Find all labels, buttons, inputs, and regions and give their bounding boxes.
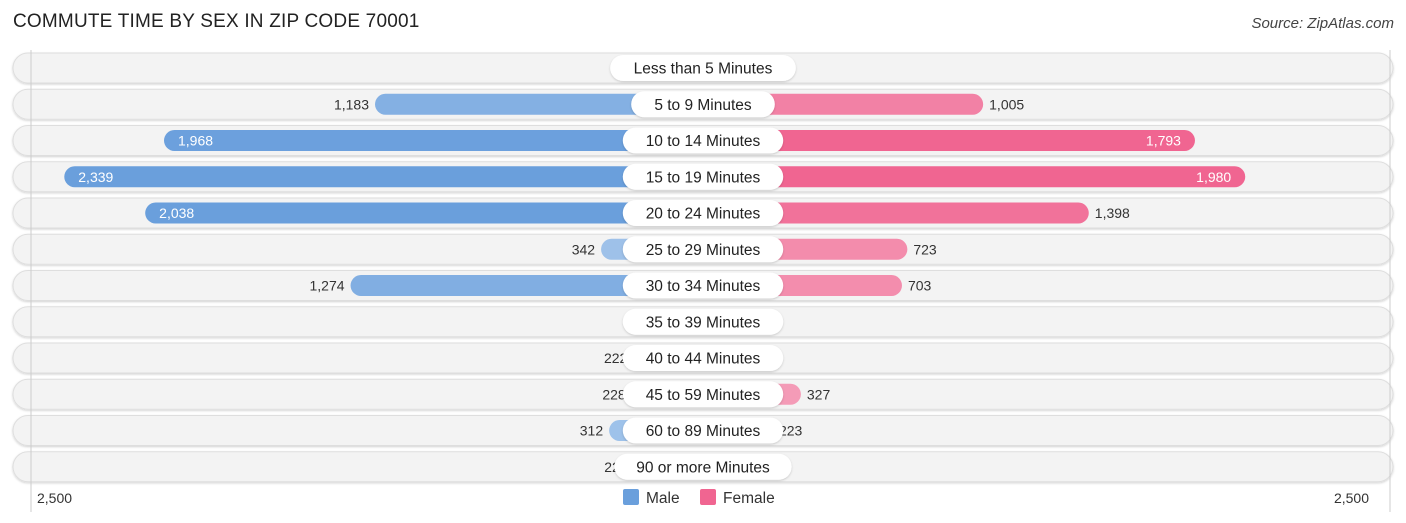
category-label: 90 or more Minutes xyxy=(636,459,770,476)
value-label-male: 312 xyxy=(580,423,604,439)
legend: Male Female xyxy=(623,489,775,507)
category-label: 35 to 39 Minutes xyxy=(646,314,761,331)
category-label: 20 to 24 Minutes xyxy=(646,206,761,223)
value-label-male: 342 xyxy=(572,241,596,257)
legend-swatch-male xyxy=(623,489,639,505)
value-label-female: 327 xyxy=(807,386,831,402)
category-label: 60 to 89 Minutes xyxy=(646,423,761,440)
category-label: 40 to 44 Minutes xyxy=(646,351,761,368)
value-label-male: 2,038 xyxy=(159,205,194,221)
category-label: 5 to 9 Minutes xyxy=(654,97,752,114)
category-label: 45 to 59 Minutes xyxy=(646,387,761,404)
value-label-male: 2,339 xyxy=(78,169,113,185)
chart-row: 1,968 1,793 10 to 14 Minutes xyxy=(12,125,1394,156)
chart-row: 1,274 703 30 to 34 Minutes xyxy=(12,270,1394,301)
bar-male xyxy=(164,130,704,151)
value-label-male: 1,274 xyxy=(310,278,345,294)
chart-row: 1,183 1,005 5 to 9 Minutes xyxy=(12,88,1394,120)
category-label: 30 to 34 Minutes xyxy=(646,278,761,295)
value-label-male: 228 xyxy=(602,386,626,402)
axis-label-left: 2,500 xyxy=(37,490,72,506)
value-label-female: 703 xyxy=(908,278,932,294)
legend-label-male: Male xyxy=(646,490,680,507)
chart-row: 2,339 1,980 15 to 19 Minutes xyxy=(12,161,1394,193)
legend-label-female: Female xyxy=(723,490,775,507)
value-label-female: 1,398 xyxy=(1095,205,1130,221)
chart-row: 312 22360 to 89 Minutes xyxy=(12,415,1394,446)
legend-swatch-female xyxy=(700,489,716,505)
category-label: Less than 5 Minutes xyxy=(634,61,773,78)
value-label-female: 1,005 xyxy=(989,96,1024,112)
category-label: 10 to 14 Minutes xyxy=(646,133,761,150)
chart-row: 9110935 to 39 Minutes xyxy=(12,306,1394,338)
chart-row: 2,038 1,398 20 to 24 Minutes xyxy=(12,197,1394,229)
category-label: 25 to 29 Minutes xyxy=(646,242,761,259)
chart-canvas: 150125Less than 5 Minutes 1,183 1,005 5 to … xyxy=(12,50,1394,512)
value-label-female: 1,793 xyxy=(1146,133,1181,149)
chart-row: 228 327 45 to 59 Minutes xyxy=(12,378,1394,410)
chart-row: 150125Less than 5 Minutes xyxy=(12,52,1394,84)
axis-label-right: 2,500 xyxy=(1334,490,1369,506)
value-label-male: 1,183 xyxy=(334,96,369,112)
chart-row: 2228440 to 44 Minutes xyxy=(12,342,1394,374)
value-label-male: 1,968 xyxy=(178,133,213,149)
value-label-female: 1,980 xyxy=(1196,169,1231,185)
chart-row: 2212090 or more Minutes xyxy=(12,451,1394,483)
chart-row: 342 723 25 to 29 Minutes xyxy=(12,233,1394,265)
category-label: 15 to 19 Minutes xyxy=(646,169,761,186)
bar-male xyxy=(145,202,703,224)
bar-male xyxy=(64,166,704,188)
value-label-female: 723 xyxy=(913,241,937,257)
bar-female xyxy=(703,166,1246,188)
